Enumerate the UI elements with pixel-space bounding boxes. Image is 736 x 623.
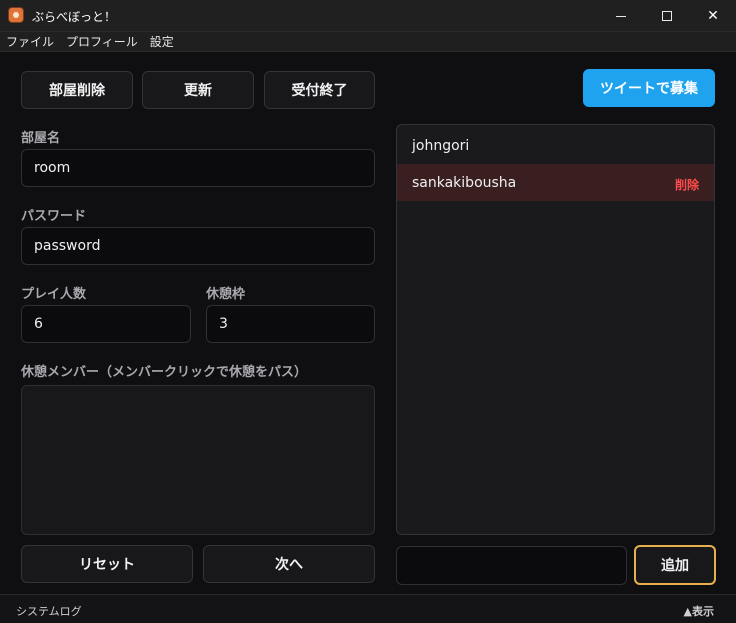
reset-button[interactable]: リセット	[21, 545, 193, 583]
close-button[interactable]: ✕	[690, 0, 736, 32]
menu-bar: ファイル プロフィール 設定	[0, 32, 736, 52]
players-input[interactable]: 6	[21, 305, 191, 343]
next-button[interactable]: 次へ	[203, 545, 375, 583]
add-member-button[interactable]: 追加	[634, 545, 716, 585]
room-name-label: 部屋名	[21, 131, 61, 146]
close-reception-button[interactable]: 受付終了	[264, 71, 375, 109]
status-bar: システムログ ▲表示	[0, 594, 736, 623]
room-name-input[interactable]: room	[21, 149, 375, 187]
close-icon: ✕	[707, 8, 719, 24]
list-item-selected[interactable]: sankakibousha 削除	[397, 164, 714, 201]
menu-item-settings[interactable]: 設定	[150, 33, 174, 50]
menu-item-file[interactable]: ファイル	[6, 33, 54, 50]
players-label: プレイ人数	[21, 287, 87, 302]
title-bar: ぶらべぼっと！ ✕	[0, 0, 736, 32]
add-member-input[interactable]	[396, 546, 627, 585]
break-members-label: 休憩メンバー（メンバークリックで休憩をパス）	[21, 365, 308, 380]
minimize-button[interactable]	[598, 0, 644, 32]
break-slots-label: 休憩枠	[206, 287, 246, 302]
break-slots-input[interactable]: 3	[206, 305, 375, 343]
maximize-icon	[662, 11, 672, 21]
member-name: sankakibousha	[412, 174, 517, 191]
minimize-icon	[616, 15, 626, 17]
member-list: johngori sankakibousha 削除	[396, 124, 715, 535]
password-label: パスワード	[21, 209, 87, 224]
tweet-recruit-button[interactable]: ツイートで募集	[583, 69, 715, 107]
delete-room-button[interactable]: 部屋削除	[21, 71, 133, 109]
refresh-button[interactable]: 更新	[142, 71, 254, 109]
member-name: johngori	[412, 137, 470, 154]
app-mascot-icon	[8, 7, 24, 23]
menu-item-profile[interactable]: プロフィール	[66, 33, 138, 50]
delete-member-button[interactable]: 削除	[675, 176, 699, 193]
window-title: ぶらべぼっと！	[32, 10, 117, 24]
list-item[interactable]: johngori	[397, 127, 714, 164]
break-members-area[interactable]	[21, 385, 375, 535]
show-log-toggle[interactable]: ▲表示	[684, 603, 714, 619]
system-log-label: システムログ	[16, 605, 82, 618]
maximize-button[interactable]	[644, 0, 690, 32]
password-input[interactable]: password	[21, 227, 375, 265]
